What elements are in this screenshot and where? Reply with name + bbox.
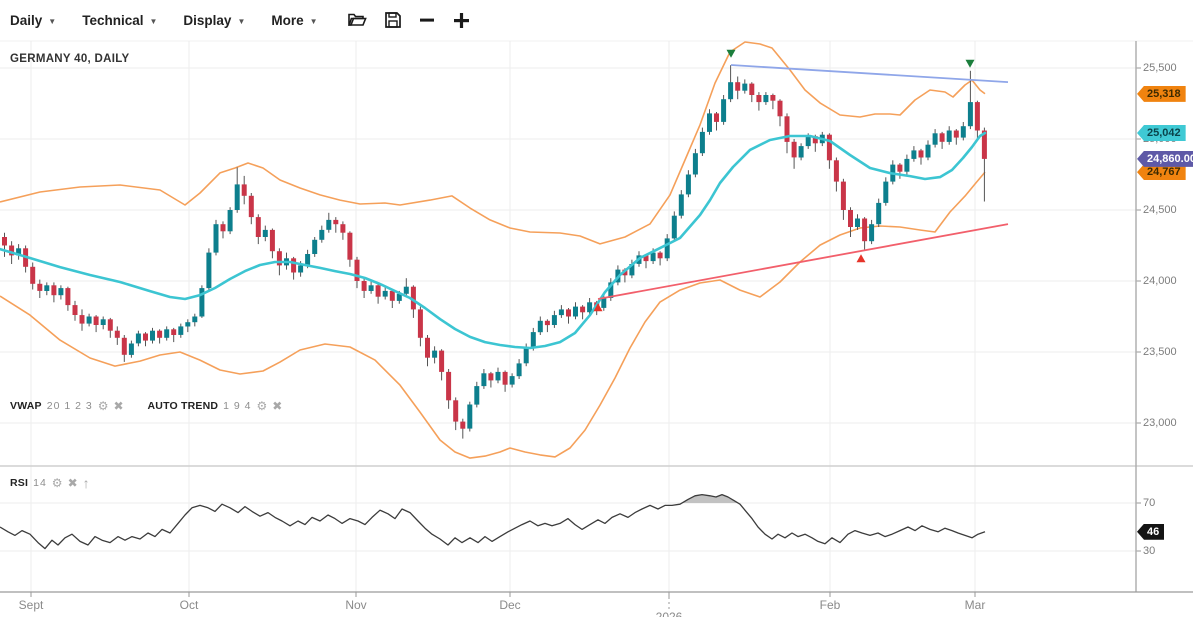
- chevron-down-icon: ▼: [149, 15, 157, 26]
- display-menu[interactable]: Display ▼: [183, 13, 245, 28]
- open-folder-icon[interactable]: [348, 10, 367, 30]
- move-panel-up-icon[interactable]: ↑: [83, 476, 90, 490]
- more-menu[interactable]: More ▼: [271, 13, 317, 28]
- vwap-params: 20 1 2 3: [47, 400, 93, 412]
- month-label: Mar: [965, 598, 986, 612]
- save-icon[interactable]: [385, 10, 401, 30]
- timeframe-menu[interactable]: Daily ▼: [10, 13, 56, 28]
- chart-canvas[interactable]: [0, 0, 1193, 617]
- toolbar: Daily ▼ Technical ▼ Display ▼ More ▼: [0, 0, 1193, 40]
- vwap-close-icon[interactable]: ✖: [113, 400, 123, 412]
- month-label: Oct: [180, 598, 199, 612]
- more-menu-label: More: [271, 13, 303, 28]
- price-tick-label: 24,500: [1143, 204, 1177, 216]
- price-badge: 25,318: [1137, 86, 1186, 102]
- year-label: 2026: [656, 610, 683, 617]
- auto-trend-params: 1 9 4: [223, 400, 251, 412]
- rsi-close-icon[interactable]: ✖: [68, 477, 78, 489]
- price-tick-label: 23,500: [1143, 346, 1177, 358]
- price-badge: 24,860.00: [1137, 151, 1193, 167]
- symbol-label: GERMANY 40, DAILY: [10, 53, 130, 65]
- rsi-settings-gear-icon[interactable]: ⚙: [52, 477, 63, 489]
- month-label: Feb: [820, 598, 841, 612]
- price-tick-label: 23,000: [1143, 417, 1177, 429]
- price-tick-label: 25,500: [1143, 62, 1177, 74]
- price-tick-label: 24,000: [1143, 275, 1177, 287]
- auto-trend-close-icon[interactable]: ✖: [272, 400, 282, 412]
- auto-trend-label: AUTO TREND: [148, 400, 219, 412]
- charting-app: Daily ▼ Technical ▼ Display ▼ More ▼ GER…: [0, 0, 1193, 617]
- zoom-out-icon[interactable]: [419, 10, 435, 30]
- price-badge: 25,042: [1137, 125, 1186, 141]
- chevron-down-icon: ▼: [48, 15, 56, 26]
- rsi-params: 14: [33, 477, 47, 489]
- vwap-settings-gear-icon[interactable]: ⚙: [98, 400, 109, 412]
- rsi-tick-label: 70: [1143, 497, 1155, 509]
- technical-menu[interactable]: Technical ▼: [82, 13, 157, 28]
- indicator-row-rsi: RSI 14 ⚙ ✖ ↑: [10, 476, 90, 490]
- month-label: Sept: [19, 598, 44, 612]
- chevron-down-icon: ▼: [237, 15, 245, 26]
- display-menu-label: Display: [183, 13, 231, 28]
- month-label: Nov: [345, 598, 366, 612]
- rsi-label: RSI: [10, 477, 28, 489]
- chevron-down-icon: ▼: [310, 15, 318, 26]
- month-label: Dec: [499, 598, 520, 612]
- rsi-tick-label: 30: [1143, 545, 1155, 557]
- zoom-in-icon[interactable]: [453, 10, 470, 30]
- technical-menu-label: Technical: [82, 13, 143, 28]
- indicator-row-main: VWAP 20 1 2 3 ⚙ ✖ AUTO TREND 1 9 4 ⚙ ✖: [10, 400, 282, 412]
- vwap-label: VWAP: [10, 400, 42, 412]
- auto-trend-settings-gear-icon[interactable]: ⚙: [257, 400, 268, 412]
- timeframe-menu-label: Daily: [10, 13, 42, 28]
